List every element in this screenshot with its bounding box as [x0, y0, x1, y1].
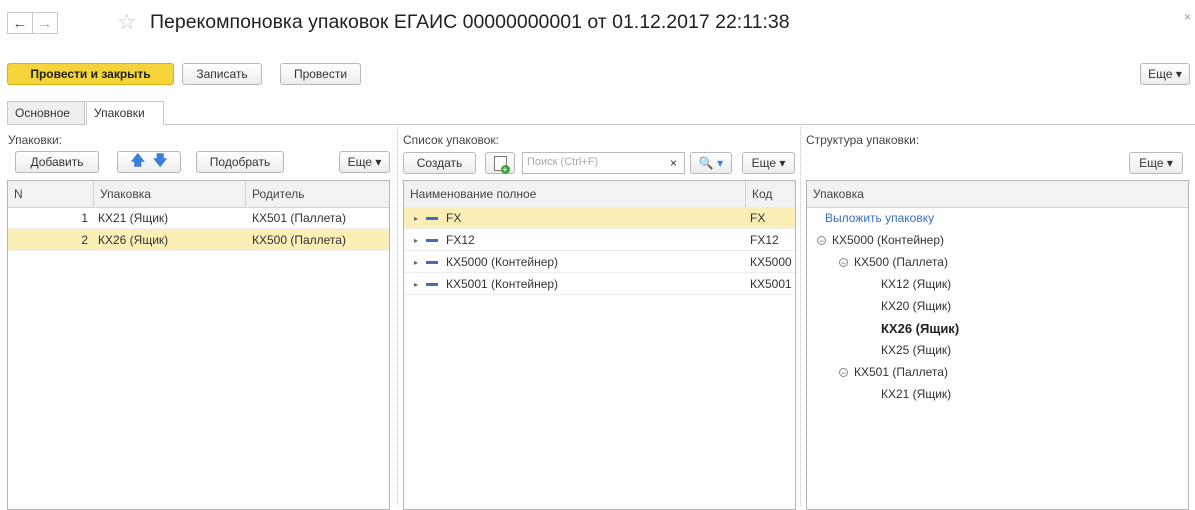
expand-icon[interactable]: ▸ [414, 258, 418, 267]
structure-label: Структура упаковки: [806, 133, 920, 147]
packages-table[interactable]: N Упаковка Родитель 1 КХ21 (Ящик) КХ501 … [7, 180, 390, 510]
tree-node[interactable]: КХ25 (Ящик) [807, 339, 1188, 361]
list-more-button[interactable]: Еще ▾ [742, 152, 795, 174]
tree-node-label: КХ501 (Паллета) [854, 365, 948, 379]
list-table[interactable]: Наименование полное Код ▸ FX FX ▸ FX12 FX1… [403, 180, 796, 510]
back-button[interactable]: ← [7, 12, 33, 34]
packages-label: Упаковки: [8, 133, 62, 147]
list-item-name: FX12 [446, 233, 475, 247]
column-header-parent[interactable]: Родитель [246, 181, 389, 207]
arrow-down-icon[interactable]: 🡇 [153, 150, 167, 174]
packages-more-button[interactable]: Еще ▾ [339, 151, 390, 173]
splitter-right[interactable] [800, 127, 801, 506]
copy-add-button[interactable]: + [485, 152, 515, 174]
list-item-code: КХ5000 [750, 255, 792, 269]
pick-button[interactable]: Подобрать [196, 151, 284, 173]
forward-arrow-icon: → [37, 14, 53, 32]
tab-packages[interactable]: Упаковки [86, 101, 164, 125]
group-icon [426, 282, 439, 286]
save-button[interactable]: Записать [182, 63, 262, 85]
tree-node[interactable]: − КХ5000 (Контейнер) [807, 229, 1188, 251]
clear-search-button[interactable]: × [663, 152, 685, 174]
tab-main[interactable]: Основное [7, 101, 85, 125]
expand-icon[interactable]: ▸ [414, 280, 418, 289]
unpack-link-row[interactable]: Выложить упаковку [807, 207, 1188, 229]
column-header-n[interactable]: N [8, 181, 94, 207]
unpack-link[interactable]: Выложить упаковку [825, 207, 934, 229]
collapse-icon[interactable]: − [839, 257, 848, 267]
tree-node-label: КХ20 (Ящик) [881, 299, 952, 313]
row-number: 2 [81, 233, 88, 247]
tree-node[interactable]: КХ20 (Ящик) [807, 295, 1188, 317]
row-parent: КХ500 (Паллета) [252, 233, 346, 247]
table-row[interactable]: 1 КХ21 (Ящик) КХ501 (Паллета) [8, 207, 389, 229]
splitter-left[interactable] [397, 127, 398, 506]
table-header: Наименование полное Код [404, 181, 795, 208]
group-icon [426, 238, 439, 242]
column-header-package[interactable]: Упаковка [807, 181, 1188, 207]
tree-node-label: КХ26 (Ящик) [881, 320, 960, 336]
list-item-selected[interactable]: ▸ FX FX [404, 207, 795, 229]
create-button[interactable]: Создать [403, 152, 476, 174]
search-placeholder: Поиск (Ctrl+F) [527, 156, 599, 168]
tree-node[interactable]: − КХ500 (Паллета) [807, 251, 1188, 273]
row-number: 1 [81, 211, 88, 225]
table-header: Упаковка [807, 181, 1188, 208]
row-package: КХ21 (Ящик) [98, 211, 169, 225]
group-icon [426, 216, 439, 220]
expand-icon[interactable]: ▸ [414, 214, 418, 223]
row-parent: КХ501 (Паллета) [252, 211, 346, 225]
search-button[interactable]: 🔍 ▾ [690, 152, 732, 174]
list-label: Список упаковок: [403, 133, 499, 147]
forward-button[interactable]: → [32, 12, 58, 34]
list-item-name: FX [446, 211, 462, 225]
list-item[interactable]: ▸ КХ5001 (Контейнер) КХ5001 [404, 273, 795, 295]
tree-node[interactable]: КХ21 (Ящик) [807, 383, 1188, 405]
tree-node[interactable]: КХ12 (Ящик) [807, 273, 1188, 295]
column-header-name[interactable]: Наименование полное [404, 181, 746, 207]
tree-node-label: КХ25 (Ящик) [881, 343, 952, 357]
add-document-icon: + [493, 155, 510, 174]
list-item[interactable]: ▸ КХ5000 (Контейнер) КХ5000 [404, 251, 795, 273]
collapse-icon[interactable]: − [817, 235, 826, 245]
list-item[interactable]: ▸ FX12 FX12 [404, 229, 795, 251]
search-input[interactable]: Поиск (Ctrl+F) [522, 152, 685, 174]
list-item-code: КХ5001 [750, 277, 792, 291]
list-item-code: FX [750, 211, 766, 225]
row-package: КХ26 (Ящик) [98, 233, 169, 247]
collapse-icon[interactable]: − [839, 367, 848, 377]
post-and-close-button[interactable]: Провести и закрыть [7, 63, 174, 85]
back-arrow-icon: ← [12, 14, 28, 32]
close-icon[interactable]: × [1184, 10, 1191, 24]
structure-more-button[interactable]: Еще ▾ [1129, 152, 1183, 174]
favorite-star-icon[interactable]: ☆ [117, 9, 137, 35]
arrow-up-icon[interactable]: 🡅 [131, 150, 145, 174]
more-button[interactable]: Еще ▾ [1140, 63, 1190, 85]
list-item-code: FX12 [750, 233, 779, 247]
list-item-name: КХ5001 (Контейнер) [446, 277, 559, 291]
tree-node[interactable]: − КХ501 (Паллета) [807, 361, 1188, 383]
tree-node-current[interactable]: КХ26 (Ящик) [807, 317, 1188, 339]
column-header-code[interactable]: Код [746, 181, 795, 207]
add-button[interactable]: Добавить [15, 151, 99, 173]
tree-node-label: КХ5000 (Контейнер) [832, 233, 945, 247]
list-item-name: КХ5000 (Контейнер) [446, 255, 559, 269]
tree-node-label: КХ12 (Ящик) [881, 277, 952, 291]
tree-node-label: КХ500 (Паллета) [854, 255, 948, 269]
page-title: Перекомпоновка упаковок ЕГАИС 0000000000… [150, 11, 790, 33]
structure-tree[interactable]: Упаковка Выложить упаковку − КХ5000 (Конт… [806, 180, 1189, 510]
group-icon [426, 260, 439, 264]
tabs-divider [7, 124, 1195, 125]
table-row-selected[interactable]: 2 КХ26 (Ящик) КХ500 (Паллета) [8, 229, 389, 251]
column-header-package[interactable]: Упаковка [94, 181, 246, 207]
move-buttons[interactable]: 🡅 🡇 [117, 151, 181, 173]
table-header: N Упаковка Родитель [8, 181, 389, 208]
expand-icon[interactable]: ▸ [414, 236, 418, 245]
post-button[interactable]: Провести [280, 63, 361, 85]
tree-node-label: КХ21 (Ящик) [881, 387, 952, 401]
